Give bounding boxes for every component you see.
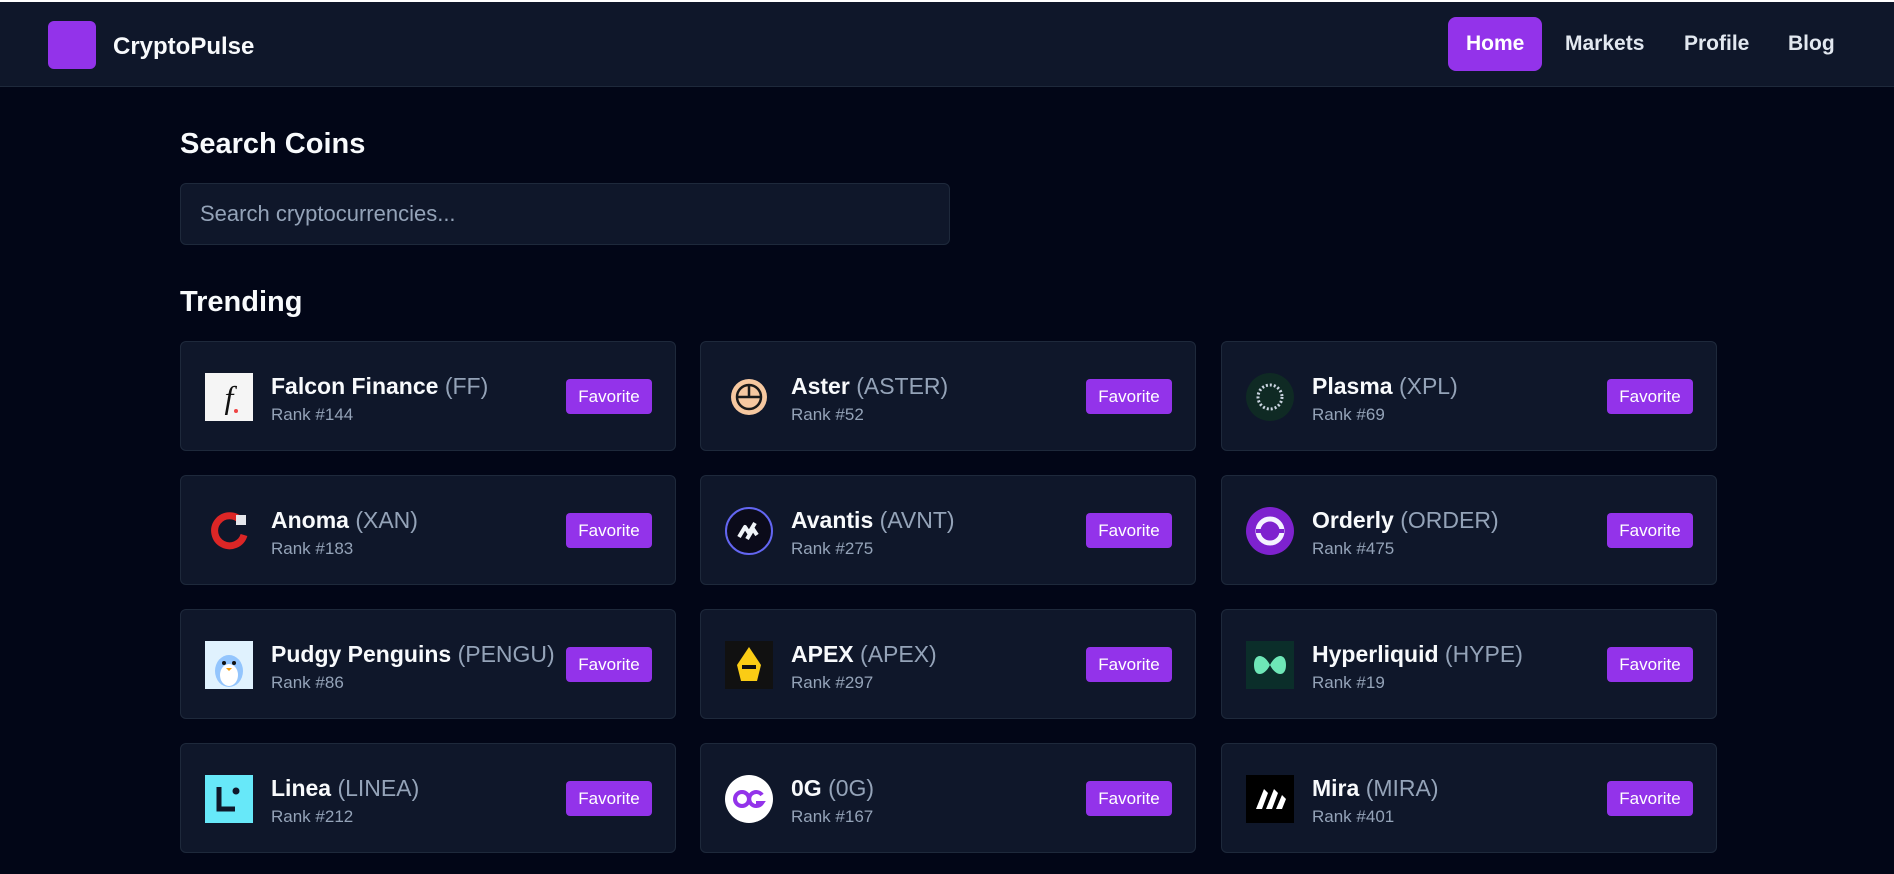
coin-name: 0G (0G) <box>791 775 875 801</box>
favorite-button[interactable]: Favorite <box>1086 781 1172 816</box>
coin-symbol: (APEX) <box>860 641 937 667</box>
favorite-button[interactable]: Favorite <box>566 513 652 548</box>
coin-name: Orderly (ORDER) <box>1312 507 1499 533</box>
top-navbar: CryptoPulse Home Markets Profile Blog <box>0 0 1894 87</box>
favorite-button[interactable]: Favorite <box>1086 379 1172 414</box>
coin-symbol: (ASTER) <box>856 373 949 399</box>
coin-rank: Rank #86 <box>271 673 344 692</box>
favorite-button[interactable]: Favorite <box>566 647 652 682</box>
nav-markets[interactable]: Markets <box>1547 17 1662 71</box>
coin-card-pudgy-penguins[interactable]: Pudgy Penguins (PENGU) Rank #86 Favorite <box>180 609 676 719</box>
anoma-icon <box>211 512 248 550</box>
favorite-button[interactable]: Favorite <box>1086 513 1172 548</box>
logo-icon[interactable] <box>48 21 96 69</box>
favorite-button[interactable]: Favorite <box>1607 513 1693 548</box>
coin-rank: Rank #212 <box>271 807 354 826</box>
coin-name: Aster (ASTER) <box>791 373 949 399</box>
coin-card-falcon-finance[interactable]: f Falcon Finance (FF) Rank #144 Favorite <box>180 341 676 451</box>
search-title: Search Coins <box>180 128 366 160</box>
coin-name: Avantis (AVNT) <box>791 507 955 533</box>
coin-symbol: (ORDER) <box>1400 507 1499 533</box>
nav-profile[interactable]: Profile <box>1666 17 1767 71</box>
coin-symbol: (AVNT) <box>879 507 955 533</box>
coin-card-anoma[interactable]: Anoma (XAN) Rank #183 Favorite <box>180 475 676 585</box>
coin-card-mira[interactable]: Mira (MIRA) Rank #401 Favorite <box>1221 743 1717 853</box>
coin-symbol: (0G) <box>828 775 875 801</box>
avantis-icon <box>725 507 773 555</box>
coin-symbol: (MIRA) <box>1365 775 1439 801</box>
coin-name: Mira (MIRA) <box>1312 775 1439 801</box>
coin-symbol: (XAN) <box>355 507 418 533</box>
coin-symbol: (PENGU) <box>457 641 555 667</box>
coin-rank: Rank #52 <box>791 405 864 424</box>
coin-name: Hyperliquid (HYPE) <box>1312 641 1523 667</box>
coin-rank: Rank #69 <box>1312 405 1385 424</box>
favorite-button[interactable]: Favorite <box>566 781 652 816</box>
falcon-finance-icon: f <box>205 373 253 421</box>
nav-home[interactable]: Home <box>1448 17 1543 71</box>
brand-name[interactable]: CryptoPulse <box>113 33 254 61</box>
0g-icon <box>725 775 773 823</box>
coin-rank: Rank #475 <box>1312 539 1395 558</box>
coin-card-orderly[interactable]: Orderly (ORDER) Rank #475 Favorite <box>1221 475 1717 585</box>
coin-card-plasma[interactable]: Plasma (XPL) Rank #69 Favorite <box>1221 341 1717 451</box>
coin-rank: Rank #183 <box>271 539 354 558</box>
aster-icon <box>731 379 767 415</box>
favorite-button[interactable]: Favorite <box>1607 781 1693 816</box>
coin-rank: Rank #167 <box>791 807 874 826</box>
coin-name: Linea (LINEA) <box>271 775 420 801</box>
coin-name: Anoma (XAN) <box>271 507 418 533</box>
coin-rank: Rank #144 <box>271 405 354 424</box>
coin-card-apex[interactable]: APEX (APEX) Rank #297 Favorite <box>700 609 1196 719</box>
coin-card-0g[interactable]: 0G (0G) Rank #167 Favorite <box>700 743 1196 853</box>
coin-rank: Rank #19 <box>1312 673 1385 692</box>
coin-name: Pudgy Penguins (PENGU) <box>271 641 555 667</box>
coin-symbol: (LINEA) <box>337 775 420 801</box>
coin-card-linea[interactable]: Linea (LINEA) Rank #212 Favorite <box>180 743 676 853</box>
coin-symbol: (HYPE) <box>1444 641 1523 667</box>
coin-card-aster[interactable]: Aster (ASTER) Rank #52 Favorite <box>700 341 1196 451</box>
coin-name: Falcon Finance (FF) <box>271 373 489 399</box>
hyperliquid-icon <box>1246 641 1294 689</box>
favorite-button[interactable]: Favorite <box>1607 647 1693 682</box>
pudgy-penguins-icon <box>205 641 253 689</box>
coin-card-avantis[interactable]: Avantis (AVNT) Rank #275 Favorite <box>700 475 1196 585</box>
coin-symbol: (XPL) <box>1398 373 1458 399</box>
favorite-button[interactable]: Favorite <box>1607 379 1693 414</box>
trending-title: Trending <box>180 286 303 318</box>
apex-icon <box>725 641 773 689</box>
orderly-icon <box>1246 507 1294 555</box>
coin-rank: Rank #297 <box>791 673 874 692</box>
coin-name: APEX (APEX) <box>791 641 937 667</box>
linea-icon <box>205 775 253 823</box>
favorite-button[interactable]: Favorite <box>566 379 652 414</box>
nav-blog[interactable]: Blog <box>1770 17 1853 71</box>
coin-card-hyperliquid[interactable]: Hyperliquid (HYPE) Rank #19 Favorite <box>1221 609 1717 719</box>
coin-symbol: (FF) <box>444 373 489 399</box>
coin-rank: Rank #401 <box>1312 807 1395 826</box>
search-input[interactable] <box>180 183 950 245</box>
coin-rank: Rank #275 <box>791 539 874 558</box>
plasma-icon <box>1246 373 1294 421</box>
coin-name: Plasma (XPL) <box>1312 373 1458 399</box>
favorite-button[interactable]: Favorite <box>1086 647 1172 682</box>
mira-icon <box>1246 775 1294 823</box>
